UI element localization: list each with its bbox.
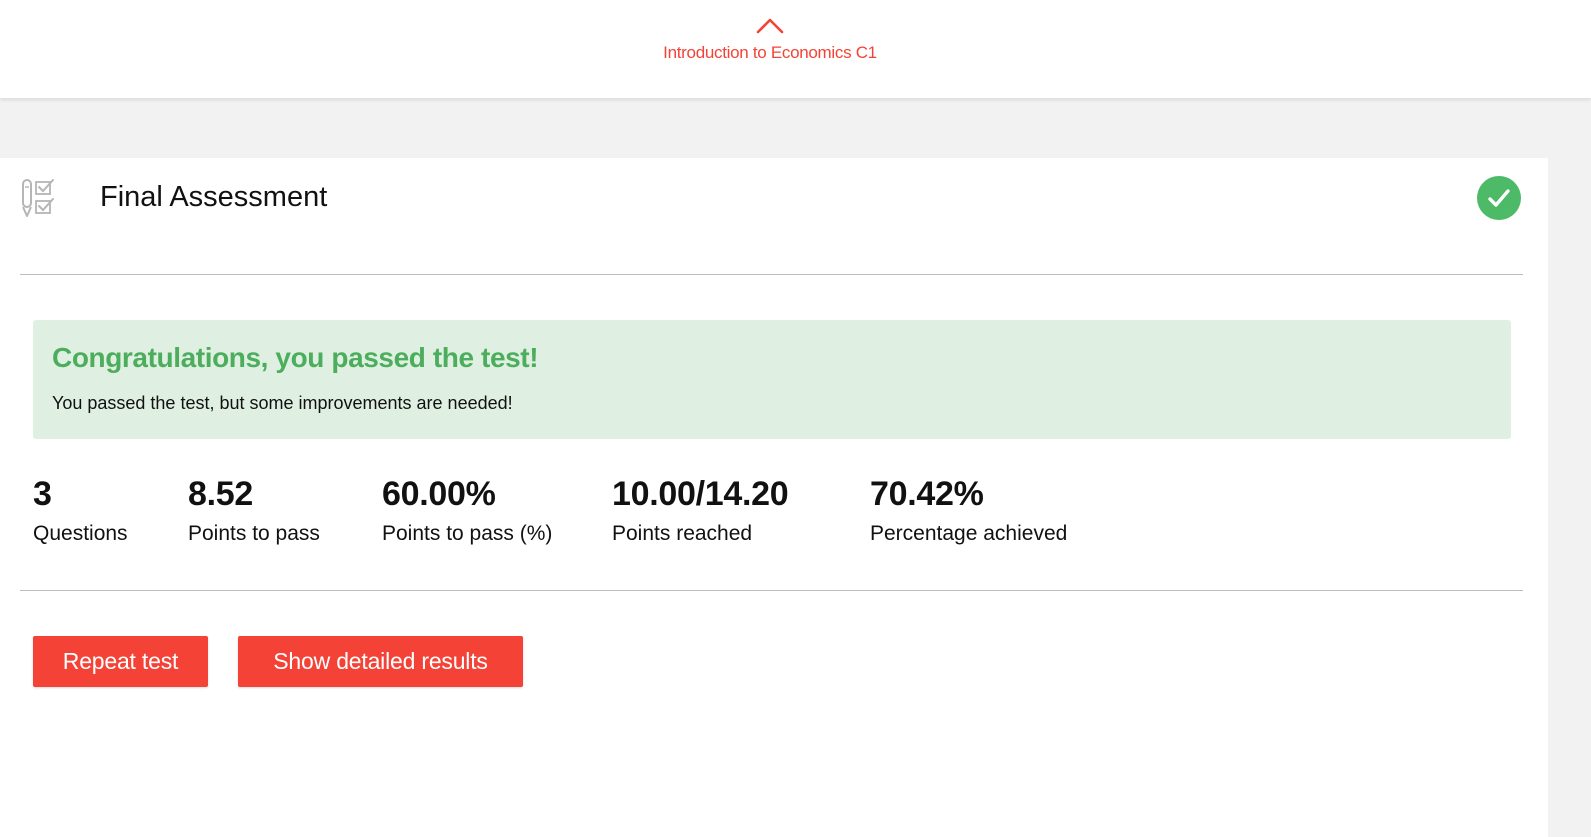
chevron-up-icon[interactable] (755, 14, 785, 36)
stat-label: Points to pass (%) (382, 522, 553, 545)
stat-label: Percentage achieved (870, 522, 1068, 545)
stat-value: 8.52 (188, 475, 253, 513)
stat-points-to-pass: 8.52 Points to pass (188, 475, 320, 546)
assessment-title: Final Assessment (100, 181, 328, 213)
result-message: You passed the test, but some improvemen… (52, 393, 513, 413)
stat-points-reached: 10.00/14.20 Points reached (612, 475, 789, 546)
stat-value: 3 (33, 475, 52, 513)
quiz-checklist-icon (22, 179, 54, 217)
stat-value: 60.00% (382, 475, 496, 513)
stat-value: 10.00/14.20 (612, 475, 789, 513)
stats-divider (20, 590, 1523, 591)
assessment-header: Final Assessment (0, 158, 1548, 274)
top-bar: Introduction to Economics C1 (0, 0, 1591, 98)
repeat-test-button[interactable]: Repeat test (33, 636, 208, 687)
show-detailed-results-button[interactable]: Show detailed results (238, 636, 523, 687)
stat-points-to-pass-percent: 60.00% Points to pass (%) (382, 475, 552, 546)
header-divider (20, 274, 1523, 275)
check-icon (1488, 189, 1510, 207)
stat-label: Questions (33, 522, 128, 545)
result-title: Congratulations, you passed the test! (52, 342, 539, 373)
stat-percentage-achieved: 70.42% Percentage achieved (870, 475, 1067, 546)
course-title[interactable]: Introduction to Economics C1 (663, 43, 877, 63)
course-nav-toggle[interactable]: Introduction to Economics C1 (620, 10, 920, 70)
stat-value: 70.42% (870, 475, 984, 513)
stat-questions: 3 Questions (33, 475, 128, 546)
stat-label: Points reached (612, 522, 753, 545)
completed-badge (1477, 176, 1521, 220)
stat-label: Points to pass (188, 522, 320, 545)
assessment-card: Final Assessment Congratulations, you pa… (0, 158, 1548, 837)
result-banner: Congratulations, you passed the test! Yo… (33, 320, 1511, 439)
